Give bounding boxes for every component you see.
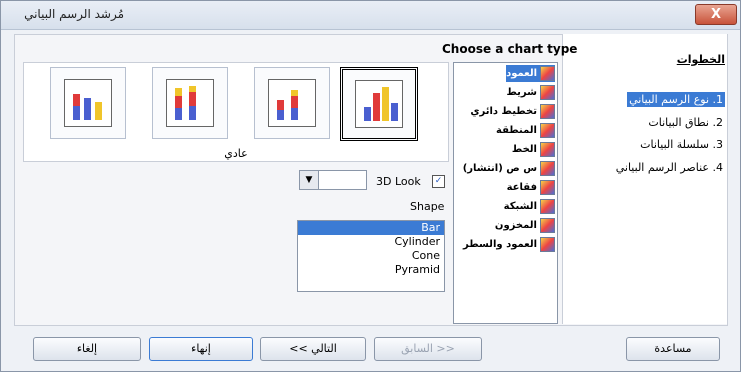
shape-label: Shape bbox=[410, 200, 445, 213]
shape-list: Bar Cylinder Cone Pyramid bbox=[297, 220, 445, 292]
net-chart-icon bbox=[540, 199, 555, 214]
chart-type-label: الخط bbox=[511, 144, 537, 155]
window-title: مُرشد الرسم البياني bbox=[24, 7, 124, 21]
chart-type-label: المخزون bbox=[494, 220, 537, 231]
chart-type-label: العمود والسطر bbox=[463, 239, 537, 250]
percent-stacked-3d-variant[interactable] bbox=[50, 67, 126, 139]
chart-type-heading: Choose a chart type bbox=[442, 42, 578, 56]
3d-look-label: 3D Look bbox=[376, 175, 421, 188]
normal-3d-icon bbox=[355, 80, 403, 128]
3d-look-checkbox[interactable]: ✓ bbox=[432, 175, 445, 188]
step-data-series[interactable]: 3. سلسلة البيانات bbox=[638, 137, 725, 152]
line-chart-icon bbox=[540, 142, 555, 157]
chart-type-label: فقاعة bbox=[506, 182, 537, 193]
shape-item-cylinder[interactable]: Cylinder bbox=[298, 235, 444, 249]
area-chart-icon bbox=[540, 123, 555, 138]
scatter-chart-icon bbox=[540, 161, 555, 176]
bar-chart-icon bbox=[540, 85, 555, 100]
3d-scheme-dropdown[interactable]: ▼ bbox=[299, 170, 367, 190]
chart-type-bubble[interactable]: فقاعة bbox=[507, 179, 555, 196]
column-chart-icon bbox=[540, 66, 555, 81]
chart-type-column-line[interactable]: العمود والسطر bbox=[463, 236, 555, 253]
step-chart-elements[interactable]: 4. عناصر الرسم البياني bbox=[614, 160, 725, 175]
chevron-down-icon[interactable]: ▼ bbox=[300, 171, 319, 189]
chart-type-label: الشبكة bbox=[503, 201, 537, 212]
chart-type-column[interactable]: العمود bbox=[506, 65, 555, 82]
shape-item-cone[interactable]: Cone bbox=[298, 249, 444, 263]
chart-type-area[interactable]: المنطقة bbox=[496, 122, 555, 139]
percent-stacked-3d-icon bbox=[64, 79, 112, 127]
column-line-chart-icon bbox=[540, 237, 555, 252]
chart-type-line[interactable]: الخط bbox=[512, 141, 555, 158]
close-button[interactable]: X bbox=[695, 4, 737, 25]
pie-chart-icon bbox=[540, 104, 555, 119]
chart-type-bar[interactable]: شريط bbox=[506, 84, 555, 101]
back-button[interactable]: << السابق bbox=[374, 337, 482, 361]
title-bar[interactable]: مُرشد الرسم البياني X bbox=[1, 1, 740, 30]
chart-type-scatter[interactable]: س ص (انتشار) bbox=[463, 160, 555, 177]
shape-item-bar[interactable]: Bar bbox=[298, 221, 444, 235]
steps-panel: الخطوات 1. نوع الرسم البياني 2. نطاق الب… bbox=[562, 34, 727, 324]
chart-variant-panel: عادي bbox=[23, 62, 449, 162]
normal-3d-variant[interactable] bbox=[340, 67, 418, 141]
chart-type-pie[interactable]: تخطيط دائري bbox=[470, 103, 555, 120]
stock-chart-icon bbox=[540, 218, 555, 233]
help-button[interactable]: مساعدة bbox=[626, 337, 720, 361]
chart-type-list: العمود شريط تخطيط دائري المنطقة الخط س ص… bbox=[453, 62, 558, 324]
cancel-button[interactable]: إلغاء bbox=[33, 337, 141, 361]
stacked-3d-variant[interactable] bbox=[152, 67, 228, 139]
steps-title: الخطوات bbox=[676, 53, 725, 66]
chart-type-label: شريط bbox=[506, 87, 537, 98]
stacked-variant[interactable] bbox=[254, 67, 330, 139]
chart-type-label: العمود bbox=[506, 68, 537, 79]
variant-name: عادي bbox=[224, 147, 248, 160]
chart-type-net[interactable]: الشبكة bbox=[504, 198, 555, 215]
chart-type-label: س ص (انتشار) bbox=[462, 163, 537, 174]
next-button[interactable]: التالي >> bbox=[260, 337, 366, 361]
finish-button[interactable]: إنهاء bbox=[149, 337, 253, 361]
chart-type-label: تخطيط دائري bbox=[470, 106, 537, 117]
chart-type-label: المنطقة bbox=[496, 125, 537, 136]
stacked-icon bbox=[268, 79, 316, 127]
chart-type-stock[interactable]: المخزون bbox=[495, 217, 555, 234]
step-data-range[interactable]: 2. نطاق البيانات bbox=[646, 115, 725, 130]
bubble-chart-icon bbox=[540, 180, 555, 195]
stacked-3d-icon bbox=[166, 79, 214, 127]
step-chart-type[interactable]: 1. نوع الرسم البياني bbox=[627, 92, 725, 107]
shape-item-pyramid[interactable]: Pyramid bbox=[298, 263, 444, 277]
